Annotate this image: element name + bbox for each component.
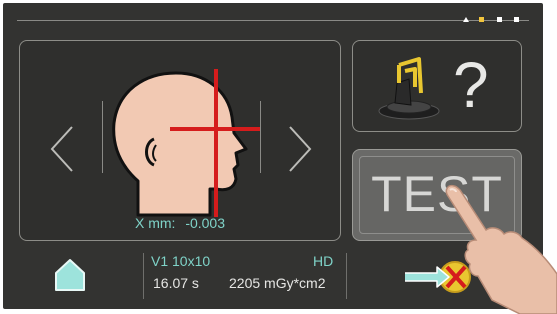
x-position-readout: X mm: -0.003 <box>20 215 340 231</box>
program-label: V1 10x10 <box>151 253 211 269</box>
move-right-button[interactable] <box>280 119 320 179</box>
pointing-hand-icon <box>445 184 557 314</box>
top-divider <box>17 20 529 21</box>
help-button[interactable]: ? <box>352 40 522 132</box>
home-icon <box>55 259 85 291</box>
home-button[interactable] <box>53 257 87 293</box>
dose-value: 2205 mGy*cm2 <box>229 275 326 291</box>
square-indicator-icon <box>514 17 519 22</box>
device-help-icon <box>378 57 440 120</box>
x-position-value: -0.003 <box>185 215 226 231</box>
move-left-button[interactable] <box>42 119 82 179</box>
info-left-separator <box>143 253 144 299</box>
square-indicator-icon <box>479 17 484 22</box>
help-question-mark: ? <box>453 49 489 121</box>
patient-head-profile-icon <box>112 69 260 217</box>
left-separator <box>102 101 103 173</box>
chevron-left-icon <box>50 126 73 172</box>
square-indicator-icon <box>497 17 502 22</box>
info-right-separator <box>346 253 347 299</box>
positioning-panel: X mm: -0.003 <box>19 40 341 241</box>
x-position-label: X mm: <box>134 215 176 231</box>
chevron-right-icon <box>289 126 312 172</box>
right-separator <box>260 101 261 173</box>
mode-label: HD <box>313 253 334 269</box>
triangle-indicator-icon <box>463 17 469 22</box>
exposure-time: 16.07 s <box>153 275 199 291</box>
